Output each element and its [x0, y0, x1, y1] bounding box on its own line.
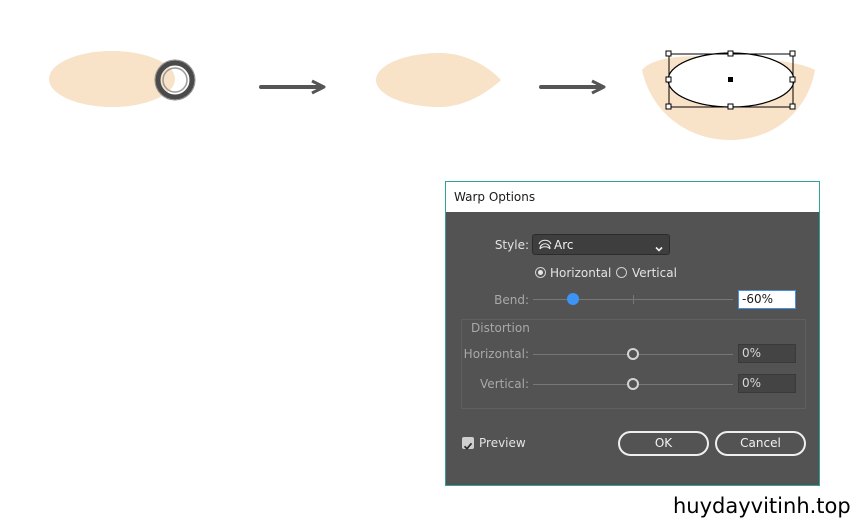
- bend-slider-knob[interactable]: [567, 293, 579, 305]
- style-label: Style:: [494, 238, 529, 252]
- distortion-vertical-input[interactable]: 0%: [738, 374, 796, 393]
- arrow-icon: [259, 79, 326, 95]
- step2-leaf-shape: [376, 53, 501, 107]
- distortion-horizontal-knob[interactable]: [627, 348, 639, 360]
- preview-label: Preview: [479, 436, 526, 450]
- warp-illustration: [49, 50, 815, 140]
- distortion-vertical-knob[interactable]: [627, 378, 639, 390]
- vertical-radio-label: Vertical: [632, 266, 677, 280]
- horizontal-radio[interactable]: [535, 267, 546, 278]
- step3-arc-warped-shape: [642, 50, 815, 140]
- style-select-value: Arc: [554, 238, 574, 252]
- horizontal-radio-label: Horizontal: [550, 266, 612, 280]
- cancel-button[interactable]: Cancel: [715, 431, 806, 456]
- bend-label: Bend:: [494, 293, 529, 307]
- arc-warp-icon: [538, 237, 552, 256]
- distortion-vertical-label: Vertical:: [480, 377, 529, 391]
- preview-checkbox[interactable]: [462, 437, 474, 451]
- distortion-horizontal-label: Horizontal:: [463, 347, 529, 361]
- bend-input[interactable]: -60%: [738, 290, 796, 309]
- arrow-icon: [539, 79, 606, 95]
- ok-button[interactable]: OK: [618, 431, 709, 456]
- distortion-legend: Distortion: [471, 321, 530, 335]
- warp-options-dialog: Warp Options Style: Arc Horizontal Verti…: [445, 181, 820, 486]
- watermark-text: huydayvitinh.top: [673, 494, 850, 518]
- distortion-horizontal-input[interactable]: 0%: [738, 344, 796, 363]
- vertical-radio[interactable]: [616, 267, 627, 278]
- step1-ellipse-with-ring: [49, 51, 196, 107]
- dialog-title: Warp Options: [446, 182, 819, 212]
- bend-slider-center-tick: [633, 295, 634, 304]
- style-select[interactable]: Arc: [532, 234, 670, 255]
- checkmark-icon: [463, 442, 473, 451]
- chevron-down-icon: [654, 239, 664, 258]
